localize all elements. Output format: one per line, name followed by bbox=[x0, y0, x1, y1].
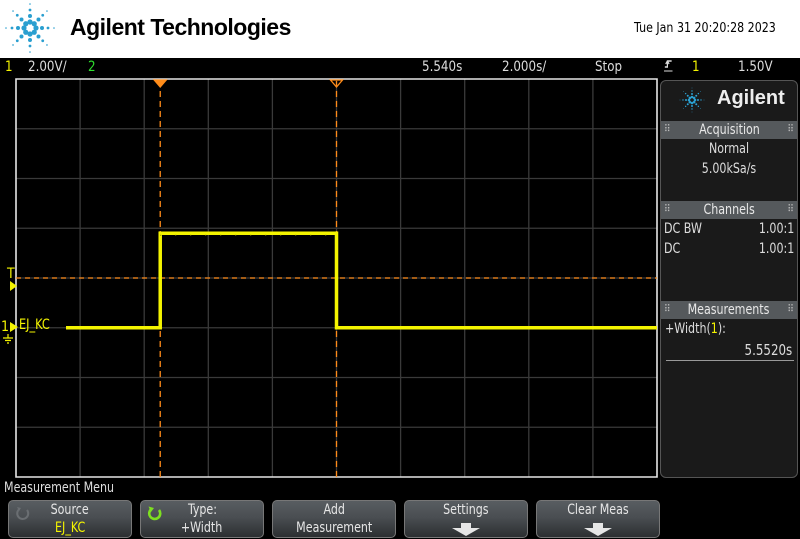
ch1-coupling: DC BW bbox=[664, 221, 702, 237]
brand-title: Agilent Technologies bbox=[70, 14, 291, 40]
acquisition-header[interactable]: ⠿ Acquisition ⠿ bbox=[661, 121, 797, 139]
time-delay[interactable]: 5.540s bbox=[422, 59, 462, 75]
status-bar: 1 2.00V/ 2 5.540s 2.000s/ Stop 1 1.50V bbox=[0, 58, 800, 78]
trigger-source[interactable]: 1 bbox=[692, 59, 700, 75]
ch2-indicator[interactable]: 2 bbox=[88, 59, 96, 75]
submenu-arrow-icon bbox=[452, 523, 480, 536]
ch1-scale[interactable]: 2.00V/ bbox=[28, 59, 67, 75]
grip-icon: ⠿ bbox=[787, 204, 794, 215]
grip-icon: ⠿ bbox=[664, 204, 671, 215]
agilent-spark-icon bbox=[679, 87, 705, 113]
datetime: Tue Jan 31 20:20:28 2023 bbox=[634, 21, 776, 36]
submenu-arrow-icon bbox=[584, 523, 612, 536]
channel-label: EJ_KC bbox=[19, 316, 50, 333]
waveform-trace bbox=[66, 231, 657, 330]
measurements-header[interactable]: ⠿ Measurements ⠿ bbox=[661, 301, 797, 319]
sidebar-brand: Agilent bbox=[717, 87, 785, 109]
ch1-indicator[interactable]: 1 bbox=[5, 59, 13, 75]
grip-icon: ⠿ bbox=[787, 124, 794, 135]
agilent-spark-icon bbox=[5, 3, 55, 53]
divider bbox=[666, 360, 794, 361]
settings-softkey[interactable]: Settings bbox=[404, 500, 528, 538]
cursor-marker-icon bbox=[152, 79, 168, 88]
time-scale[interactable]: 2.000s/ bbox=[502, 59, 546, 75]
grip-icon: ⠿ bbox=[664, 304, 671, 315]
source-softkey[interactable]: Source EJ_KC bbox=[8, 500, 132, 538]
info-sidebar: Agilent ⠿ Acquisition ⠿ Normal 5.00kSa/s… bbox=[660, 80, 798, 478]
ground-icon bbox=[2, 332, 14, 348]
grip-icon: ⠿ bbox=[664, 124, 671, 135]
ch1-probe: 1.00:1 bbox=[758, 221, 794, 237]
add-measurement-softkey[interactable]: Add Measurement bbox=[272, 500, 396, 538]
measurement-name: +Width(1): bbox=[665, 321, 726, 337]
channels-header[interactable]: ⠿ Channels ⠿ bbox=[661, 201, 797, 219]
measurement-value: 5.5520s bbox=[744, 341, 792, 359]
sample-rate: 5.00kSa/s bbox=[701, 161, 757, 177]
rising-edge-icon bbox=[664, 59, 673, 77]
grip-icon: ⠿ bbox=[787, 304, 794, 315]
menu-title: Measurement Menu bbox=[4, 480, 115, 496]
acquisition-mode: Normal bbox=[708, 141, 750, 157]
header: Agilent Technologies Tue Jan 31 20:20:28… bbox=[0, 0, 800, 58]
type-softkey[interactable]: Type: +Width bbox=[140, 500, 264, 538]
graticule bbox=[15, 78, 658, 478]
ch2-coupling: DC bbox=[664, 241, 681, 257]
ch2-probe: 1.00:1 bbox=[758, 241, 794, 257]
trigger-arrow-icon bbox=[10, 279, 18, 295]
clear-meas-softkey[interactable]: Clear Meas bbox=[536, 500, 660, 538]
waveform-display[interactable]: T 1 EJ_KC bbox=[0, 78, 660, 480]
run-state[interactable]: Stop bbox=[595, 59, 622, 75]
trigger-level[interactable]: 1.50V bbox=[738, 59, 773, 75]
